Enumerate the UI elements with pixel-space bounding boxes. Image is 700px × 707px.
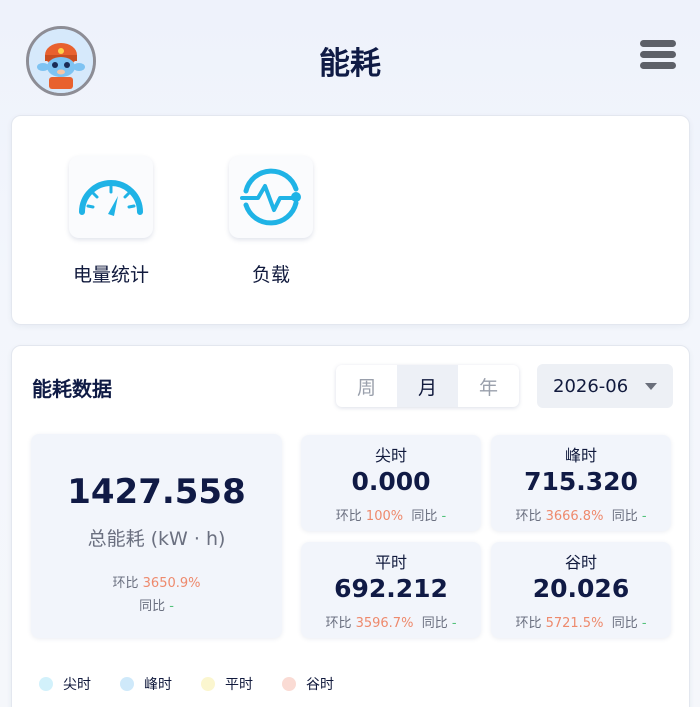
- quick-nav-card: 电量统计 负载: [11, 115, 690, 325]
- legend-dot: [201, 677, 215, 691]
- tab-week[interactable]: 周: [336, 365, 397, 407]
- stat-value: 20.026: [532, 574, 630, 603]
- legend-item-peak[interactable]: 峰时: [120, 674, 172, 694]
- yoy-value: -: [641, 509, 647, 524]
- yoy-label: 同比: [611, 616, 638, 631]
- section-title: 能耗数据: [32, 377, 112, 401]
- yoy-label: 同比: [421, 616, 448, 631]
- stat-compare: 环比 3666.8% 同比 -: [491, 505, 671, 524]
- legend-dot: [120, 677, 134, 691]
- tab-year[interactable]: 年: [458, 365, 519, 407]
- stat-value: 692.212: [334, 574, 448, 603]
- menu-icon-bar: [640, 62, 676, 69]
- chart-legend: 尖时 峰时 平时 谷时: [39, 674, 363, 694]
- legend-item-flat[interactable]: 平时: [201, 674, 253, 694]
- stat-value: 715.320: [524, 467, 638, 496]
- stat-title: 尖时: [374, 446, 407, 465]
- legend-item-sharp[interactable]: 尖时: [39, 674, 91, 694]
- legend-label: 谷时: [306, 677, 334, 693]
- stat-box-sharp: 尖时 0.000 环比 100% 同比 -: [301, 435, 481, 531]
- yoy-value: -: [641, 616, 647, 631]
- yoy-label: 同比: [411, 509, 438, 524]
- nav-label: 电量统计: [72, 264, 149, 286]
- yoy-value: -: [169, 599, 174, 614]
- pulse-icon: [240, 168, 301, 226]
- menu-icon-bar: [640, 51, 676, 58]
- stat-box-peak: 峰时 715.320 环比 3666.8% 同比 -: [491, 435, 671, 531]
- legend-dot: [282, 677, 296, 691]
- legend-label: 平时: [225, 677, 253, 693]
- stat-compare: 环比 100% 同比 -: [301, 505, 481, 524]
- menu-icon: [640, 40, 676, 47]
- legend-item-valley[interactable]: 谷时: [282, 674, 334, 694]
- ring-label: 环比: [325, 616, 352, 631]
- energy-data-card: 能耗数据 周 月 年 2026-06 1427.558 总能耗 (kW · h)…: [11, 345, 690, 707]
- ring-value: 3650.9%: [142, 576, 201, 591]
- stat-compare: 环比 5721.5% 同比 -: [491, 612, 671, 631]
- ring-label: 环比: [112, 576, 139, 591]
- yoy-label: 同比: [139, 599, 166, 614]
- ring-label: 环比: [515, 616, 542, 631]
- stat-box-flat: 平时 692.212 环比 3596.7% 同比 -: [301, 542, 481, 638]
- total-energy-value: 1427.558: [67, 472, 246, 512]
- stat-title: 平时: [374, 553, 407, 572]
- stat-title: 峰时: [564, 446, 597, 465]
- page-title: 能耗: [319, 46, 381, 82]
- nav-icon-box: [69, 156, 153, 238]
- date-select-value: 2026-06: [553, 375, 629, 397]
- app-header: 能耗: [0, 0, 700, 112]
- yoy-value: -: [441, 509, 447, 524]
- tab-month[interactable]: 月: [397, 365, 458, 407]
- total-yoy-compare: 同比 -: [31, 595, 282, 614]
- ring-value: 3666.8%: [545, 509, 604, 524]
- ring-value: 5721.5%: [545, 616, 604, 631]
- total-energy-box: 1427.558 总能耗 (kW · h) 环比 3650.9% 同比 -: [31, 434, 282, 638]
- legend-label: 峰时: [144, 677, 172, 693]
- ring-label: 环比: [335, 509, 362, 524]
- ring-label: 环比: [515, 509, 542, 524]
- period-tabs: 周 月 年: [336, 365, 519, 407]
- stat-compare: 环比 3596.7% 同比 -: [301, 612, 481, 631]
- total-energy-label: 总能耗 (kW · h): [87, 528, 226, 550]
- nav-label: 负载: [251, 264, 290, 286]
- stat-value: 0.000: [351, 467, 431, 496]
- stat-title: 谷时: [564, 553, 597, 572]
- menu-button[interactable]: [640, 40, 676, 70]
- legend-dot: [39, 677, 53, 691]
- legend-label: 尖时: [63, 677, 91, 693]
- date-select[interactable]: 2026-06: [537, 364, 673, 408]
- chevron-down-icon: [645, 383, 657, 390]
- ring-value: 100%: [365, 509, 404, 524]
- yoy-value: -: [451, 616, 457, 631]
- speedometer-icon: [79, 180, 143, 216]
- nav-icon-box: [229, 156, 313, 238]
- total-ring-compare: 环比 3650.9%: [31, 572, 282, 591]
- nav-item-load[interactable]: 负载: [216, 156, 326, 287]
- stat-box-valley: 谷时 20.026 环比 5721.5% 同比 -: [491, 542, 671, 638]
- yoy-label: 同比: [611, 509, 638, 524]
- nav-item-electricity-stats[interactable]: 电量统计: [56, 156, 166, 287]
- ring-value: 3596.7%: [355, 616, 414, 631]
